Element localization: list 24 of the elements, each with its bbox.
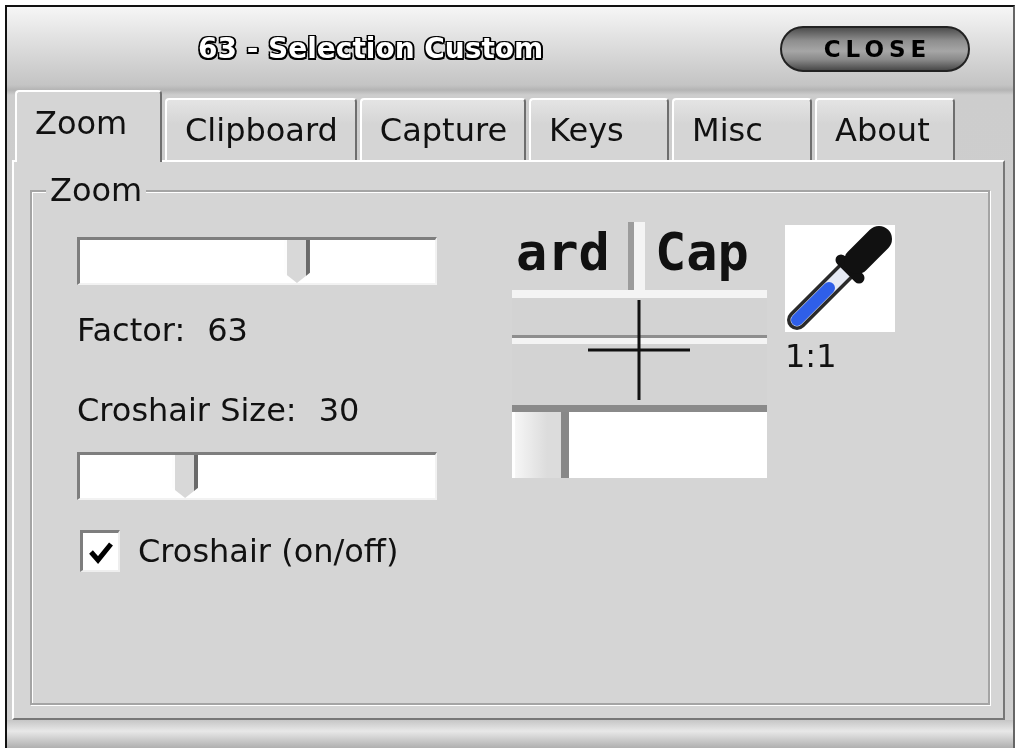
crosshair-icon [588, 300, 690, 400]
tab[interactable]: Keys [529, 98, 670, 160]
close-button[interactable]: CLOSE [780, 25, 970, 72]
tab[interactable]: Clipboard [165, 98, 357, 160]
tab[interactable]: Misc [672, 98, 813, 160]
reading-label: Factor: [77, 313, 186, 347]
eyedropper-icon[interactable] [785, 225, 895, 332]
magnified-tab-separator [628, 222, 645, 290]
slider-thumb[interactable] [172, 455, 199, 498]
slider-track[interactable] [77, 237, 437, 285]
checkbox-label: Croshair (on/off) [138, 532, 399, 570]
magnified-text: ard [515, 222, 610, 282]
checkbox[interactable] [80, 530, 120, 572]
tab[interactable]: About [815, 98, 956, 160]
magnified-slider-thumb [515, 412, 569, 478]
reading-label: Croshair Size: [77, 393, 297, 427]
tab[interactable]: Capture [359, 98, 527, 160]
slider-track[interactable] [77, 452, 437, 500]
tab[interactable]: Zoom [15, 90, 162, 162]
window-title: 63 - Selection Custom [198, 32, 544, 65]
reading-value: 63 [207, 313, 248, 347]
magnified-text: Cap [654, 222, 749, 282]
ratio-label: 1:1 [785, 338, 838, 374]
reading-value: 30 [318, 393, 360, 427]
